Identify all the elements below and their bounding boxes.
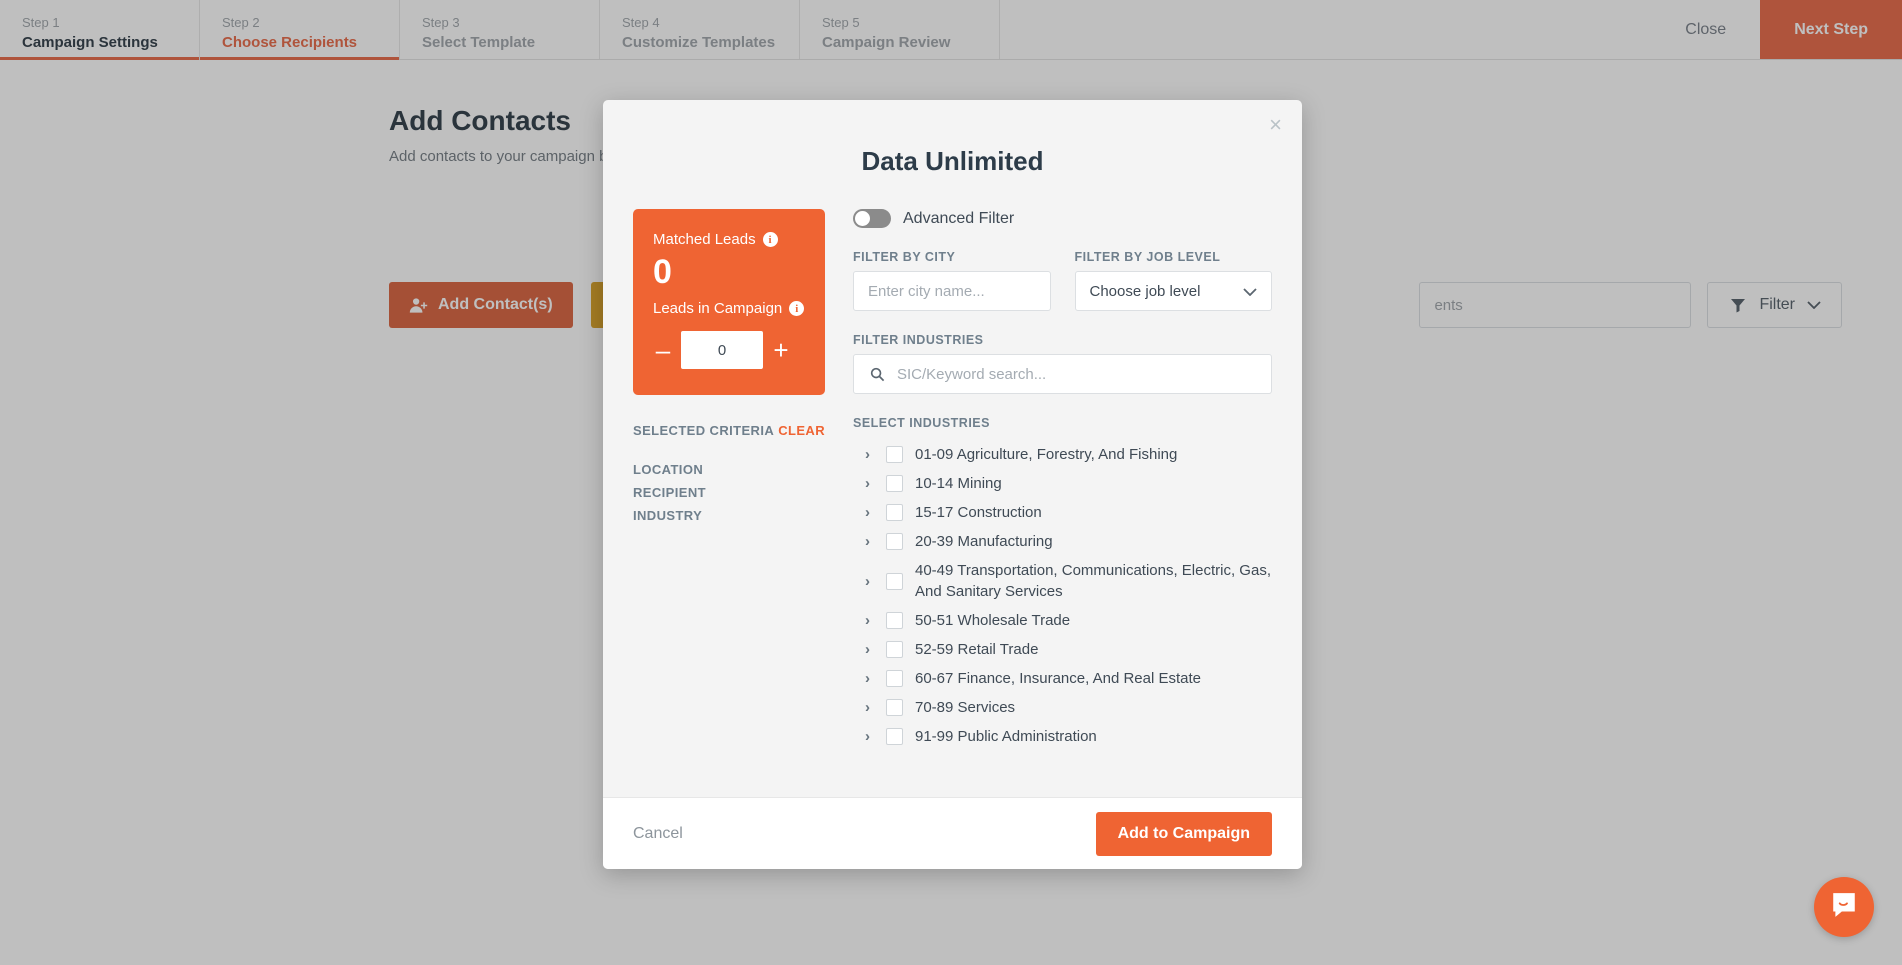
industry-row[interactable]: › 70-89 Services — [853, 693, 1272, 722]
selected-criteria-title: SELECTED CRITERIA — [633, 423, 775, 438]
matched-leads-row: Matched Leads i — [653, 231, 805, 248]
chevron-right-icon[interactable]: › — [865, 447, 874, 462]
leads-in-campaign-label: Leads in Campaign — [653, 300, 783, 317]
add-to-campaign-button[interactable]: Add to Campaign — [1095, 811, 1272, 856]
chevron-right-icon[interactable]: › — [865, 574, 874, 589]
industry-label: 01-09 Agriculture, Forestry, And Fishing — [915, 446, 1178, 463]
industry-checkbox[interactable] — [886, 572, 903, 590]
industry-label: 60-67 Finance, Insurance, And Real Estat… — [915, 670, 1202, 687]
criteria-item-industry: INDUSTRY — [633, 508, 703, 523]
industries-search-input[interactable]: SIC/Keyword search... — [853, 354, 1272, 394]
selected-criteria-list: LOCATION RECIPIENT INDUSTRY — [633, 458, 825, 527]
close-icon[interactable]: × — [1269, 114, 1282, 136]
industry-checkbox[interactable] — [886, 475, 903, 492]
page-root: Step 1 Campaign Settings Step 2 Choose R… — [0, 0, 1902, 965]
info-icon-matched-leads[interactable]: i — [762, 232, 778, 247]
industry-checkbox[interactable] — [886, 504, 903, 521]
chevron-right-icon[interactable]: › — [865, 505, 874, 520]
chat-bubble-icon — [1830, 891, 1858, 924]
industry-label: 10-14 Mining — [915, 475, 1002, 492]
criteria-item-location: LOCATION — [633, 462, 704, 477]
industry-label: 70-89 Services — [915, 699, 1016, 716]
job-level-selected-value: Choose job level — [1089, 282, 1201, 300]
search-icon — [868, 365, 887, 384]
modal-footer: Cancel Add to Campaign — [603, 797, 1302, 869]
leads-quantity-stepper: – + — [653, 331, 805, 369]
industry-label: 91-99 Public Administration — [915, 728, 1097, 745]
data-unlimited-modal: × Data Unlimited Matched Leads i 0 Leads… — [603, 100, 1302, 869]
industry-row[interactable]: › 10-14 Mining — [853, 469, 1272, 498]
toggle-knob — [855, 211, 870, 226]
chevron-down-icon — [1243, 284, 1257, 299]
decrement-leads-button[interactable]: – — [653, 337, 673, 363]
selected-criteria-header: SELECTED CRITERIA CLEAR — [633, 423, 825, 438]
filter-by-job-level-label: FILTER BY JOB LEVEL — [1074, 250, 1221, 264]
advanced-filter-row: Advanced Filter — [853, 209, 1272, 228]
industry-checkbox[interactable] — [886, 728, 903, 745]
modal-title: Data Unlimited — [861, 146, 1044, 176]
cancel-button[interactable]: Cancel — [633, 825, 683, 843]
matched-leads-label: Matched Leads — [653, 231, 756, 248]
city-input[interactable]: Enter city name... — [853, 271, 1051, 311]
modal-body: Matched Leads i 0 Leads in Campaign i – … — [603, 177, 1302, 797]
industry-row[interactable]: › 60-67 Finance, Insurance, And Real Est… — [853, 664, 1272, 693]
industry-row[interactable]: › 01-09 Agriculture, Forestry, And Fishi… — [853, 440, 1272, 469]
industry-row[interactable]: › 20-39 Manufacturing — [853, 527, 1272, 556]
modal-right-column: Advanced Filter FILTER BY CITY Enter cit… — [853, 209, 1272, 797]
filter-by-city-label: FILTER BY CITY — [853, 250, 956, 264]
select-industries-label: SELECT INDUSTRIES — [853, 416, 990, 430]
industry-row[interactable]: › 52-59 Retail Trade — [853, 635, 1272, 664]
industry-row[interactable]: › 15-17 Construction — [853, 498, 1272, 527]
chevron-right-icon[interactable]: › — [865, 671, 874, 686]
industry-row[interactable]: › 40-49 Transportation, Communications, … — [853, 556, 1272, 606]
select-industries-group: SELECT INDUSTRIES › 01-09 Agriculture, F… — [853, 416, 1272, 751]
filter-industries-group: FILTER INDUSTRIES SIC/Keyword search... — [853, 333, 1272, 394]
clear-criteria-button[interactable]: CLEAR — [778, 423, 825, 438]
info-icon-leads-in-campaign[interactable]: i — [789, 301, 805, 316]
chevron-right-icon[interactable]: › — [865, 476, 874, 491]
industries-list: › 01-09 Agriculture, Forestry, And Fishi… — [853, 440, 1272, 751]
modal-left-column: Matched Leads i 0 Leads in Campaign i – … — [633, 209, 825, 797]
chat-launcher-button[interactable] — [1814, 877, 1874, 937]
advanced-filter-label: Advanced Filter — [903, 209, 1015, 227]
industry-row[interactable]: › 50-51 Wholesale Trade — [853, 606, 1272, 635]
filter-by-job-level-group: FILTER BY JOB LEVEL Choose job level — [1074, 250, 1272, 311]
leads-in-campaign-row: Leads in Campaign i — [653, 300, 805, 317]
industries-search-placeholder: SIC/Keyword search... — [897, 365, 1047, 383]
industry-checkbox[interactable] — [886, 446, 903, 463]
chevron-right-icon[interactable]: › — [865, 700, 874, 715]
increment-leads-button[interactable]: + — [771, 337, 791, 363]
advanced-filter-toggle[interactable] — [853, 209, 891, 228]
filter-industries-label: FILTER INDUSTRIES — [853, 333, 984, 347]
industry-checkbox[interactable] — [886, 670, 903, 687]
industry-label: 50-51 Wholesale Trade — [915, 612, 1071, 629]
chevron-right-icon[interactable]: › — [865, 642, 874, 657]
leads-summary-card: Matched Leads i 0 Leads in Campaign i – … — [633, 209, 825, 395]
chevron-right-icon[interactable]: › — [865, 534, 874, 549]
industry-label: 15-17 Construction — [915, 504, 1042, 521]
criteria-item-recipient: RECIPIENT — [633, 485, 706, 500]
industry-checkbox[interactable] — [886, 533, 903, 550]
industry-checkbox[interactable] — [886, 612, 903, 629]
chevron-right-icon[interactable]: › — [865, 729, 874, 744]
matched-leads-value: 0 — [653, 253, 672, 291]
industry-row[interactable]: › 91-99 Public Administration — [853, 722, 1272, 751]
industry-checkbox[interactable] — [886, 641, 903, 658]
filter-fields-row: FILTER BY CITY Enter city name... FILTER… — [853, 250, 1272, 311]
industry-label: 20-39 Manufacturing — [915, 533, 1053, 550]
job-level-select[interactable]: Choose job level — [1074, 271, 1272, 311]
leads-count-input[interactable] — [681, 331, 763, 369]
industry-label: 52-59 Retail Trade — [915, 641, 1039, 658]
industry-label: 40-49 Transportation, Communications, El… — [915, 562, 1271, 600]
chevron-right-icon[interactable]: › — [865, 613, 874, 628]
filter-by-city-group: FILTER BY CITY Enter city name... — [853, 250, 1051, 311]
industry-checkbox[interactable] — [886, 699, 903, 716]
